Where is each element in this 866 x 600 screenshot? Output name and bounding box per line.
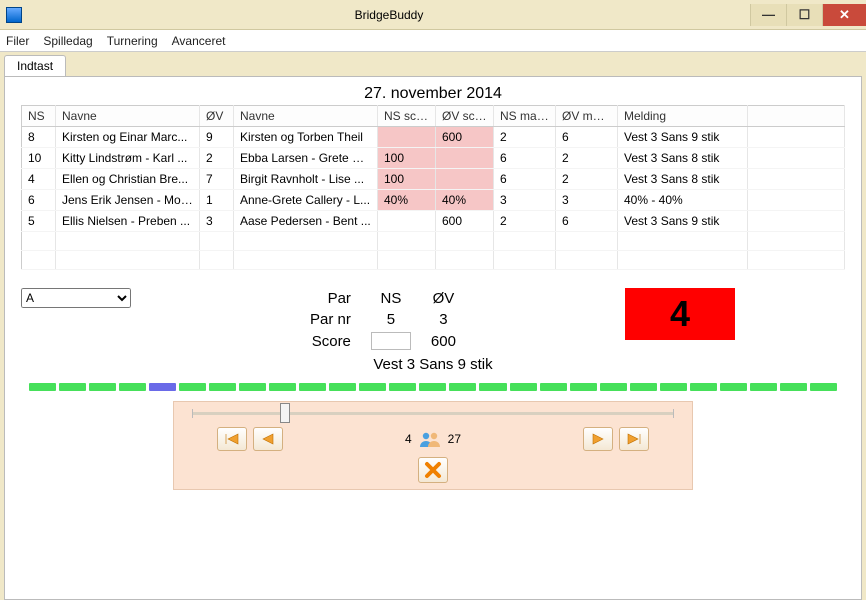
progress-seg[interactable]	[29, 383, 56, 391]
parnr-ns: 5	[361, 309, 421, 330]
progress-seg[interactable]	[119, 383, 146, 391]
menu-turnering[interactable]: Turnering	[107, 34, 158, 48]
progress-bar	[29, 383, 837, 391]
progress-seg[interactable]	[359, 383, 386, 391]
table-row[interactable]: 5Ellis Nielsen - Preben ...3Aase Pederse…	[22, 211, 845, 232]
next-button[interactable]	[583, 427, 613, 451]
group-select[interactable]: A	[21, 288, 131, 308]
progress-seg[interactable]	[750, 383, 777, 391]
people-icon	[418, 430, 442, 448]
menu-filer[interactable]: Filer	[6, 34, 29, 48]
col-ov-match[interactable]: ØV match	[556, 106, 618, 127]
progress-seg[interactable]	[419, 383, 446, 391]
progress-seg[interactable]	[720, 383, 747, 391]
progress-seg[interactable]	[540, 383, 567, 391]
bid-line: Vest 3 Sans 9 stik	[21, 356, 845, 373]
progress-seg[interactable]	[630, 383, 657, 391]
progress-seg[interactable]	[149, 383, 176, 391]
window-title: BridgeBuddy	[28, 8, 750, 22]
maximize-button[interactable]: ☐	[786, 4, 822, 26]
parnr-ov: 3	[421, 309, 466, 330]
tab-indtast[interactable]: Indtast	[4, 55, 66, 76]
minimize-button[interactable]: —	[750, 4, 786, 26]
table-row[interactable]: 6Jens Erik Jensen - Mog...1Anne-Grete Ca…	[22, 190, 845, 211]
close-button[interactable]: ✕	[822, 4, 866, 26]
progress-seg[interactable]	[479, 383, 506, 391]
table-row[interactable]: 4Ellen og Christian Bre...7Birgit Ravnho…	[22, 169, 845, 190]
progress-seg[interactable]	[299, 383, 326, 391]
progress-seg[interactable]	[89, 383, 116, 391]
first-button[interactable]	[217, 427, 247, 451]
progress-seg[interactable]	[690, 383, 717, 391]
score-ns-input[interactable]	[371, 332, 411, 350]
board-number-box: 4	[625, 288, 735, 340]
results-table: NS Navne ØV Navne NS score ØV score NS m…	[21, 105, 845, 270]
menu-avanceret[interactable]: Avanceret	[172, 34, 226, 48]
app-icon	[6, 7, 22, 23]
progress-seg[interactable]	[389, 383, 416, 391]
content-panel: 27. november 2014 NS Navne ØV Navne NS s…	[4, 76, 862, 600]
progress-seg[interactable]	[780, 383, 807, 391]
progress-seg[interactable]	[269, 383, 296, 391]
table-row[interactable]: 10Kitty Lindstrøm - Karl ...2Ebba Larsen…	[22, 148, 845, 169]
col-ov-score[interactable]: ØV score	[436, 106, 494, 127]
progress-seg[interactable]	[510, 383, 537, 391]
progress-seg[interactable]	[449, 383, 476, 391]
progress-seg[interactable]	[209, 383, 236, 391]
nav-panel: 4 27	[173, 401, 693, 490]
progress-seg[interactable]	[59, 383, 86, 391]
nav-current: 4	[405, 432, 412, 446]
delete-button[interactable]	[418, 457, 448, 483]
progress-seg[interactable]	[570, 383, 597, 391]
col-ns-match[interactable]: NS match	[494, 106, 556, 127]
col-ov[interactable]: ØV	[200, 106, 234, 127]
score-ov: 600	[421, 330, 466, 352]
last-button[interactable]	[619, 427, 649, 451]
col-ns[interactable]: NS	[22, 106, 56, 127]
col-navne2[interactable]: Navne	[234, 106, 378, 127]
progress-seg[interactable]	[810, 383, 837, 391]
titlebar: BridgeBuddy — ☐ ✕	[0, 0, 866, 30]
prev-button[interactable]	[253, 427, 283, 451]
progress-seg[interactable]	[660, 383, 687, 391]
tabs: Indtast	[4, 55, 862, 76]
date-header: 27. november 2014	[21, 85, 845, 103]
col-ns-score[interactable]: NS score	[378, 106, 436, 127]
table-row[interactable]: 8Kirsten og Einar Marc...9Kirsten og Tor…	[22, 127, 845, 148]
progress-seg[interactable]	[600, 383, 627, 391]
progress-seg[interactable]	[239, 383, 266, 391]
board-slider[interactable]	[192, 412, 674, 415]
nav-total: 27	[448, 432, 461, 446]
summary: ParNSØV Par nr53 Score600	[141, 288, 625, 352]
col-melding[interactable]: Melding	[618, 106, 748, 127]
menubar: Filer Spilledag Turnering Avanceret	[0, 30, 866, 52]
progress-seg[interactable]	[329, 383, 356, 391]
progress-seg[interactable]	[179, 383, 206, 391]
menu-spilledag[interactable]: Spilledag	[43, 34, 92, 48]
col-navne1[interactable]: Navne	[56, 106, 200, 127]
